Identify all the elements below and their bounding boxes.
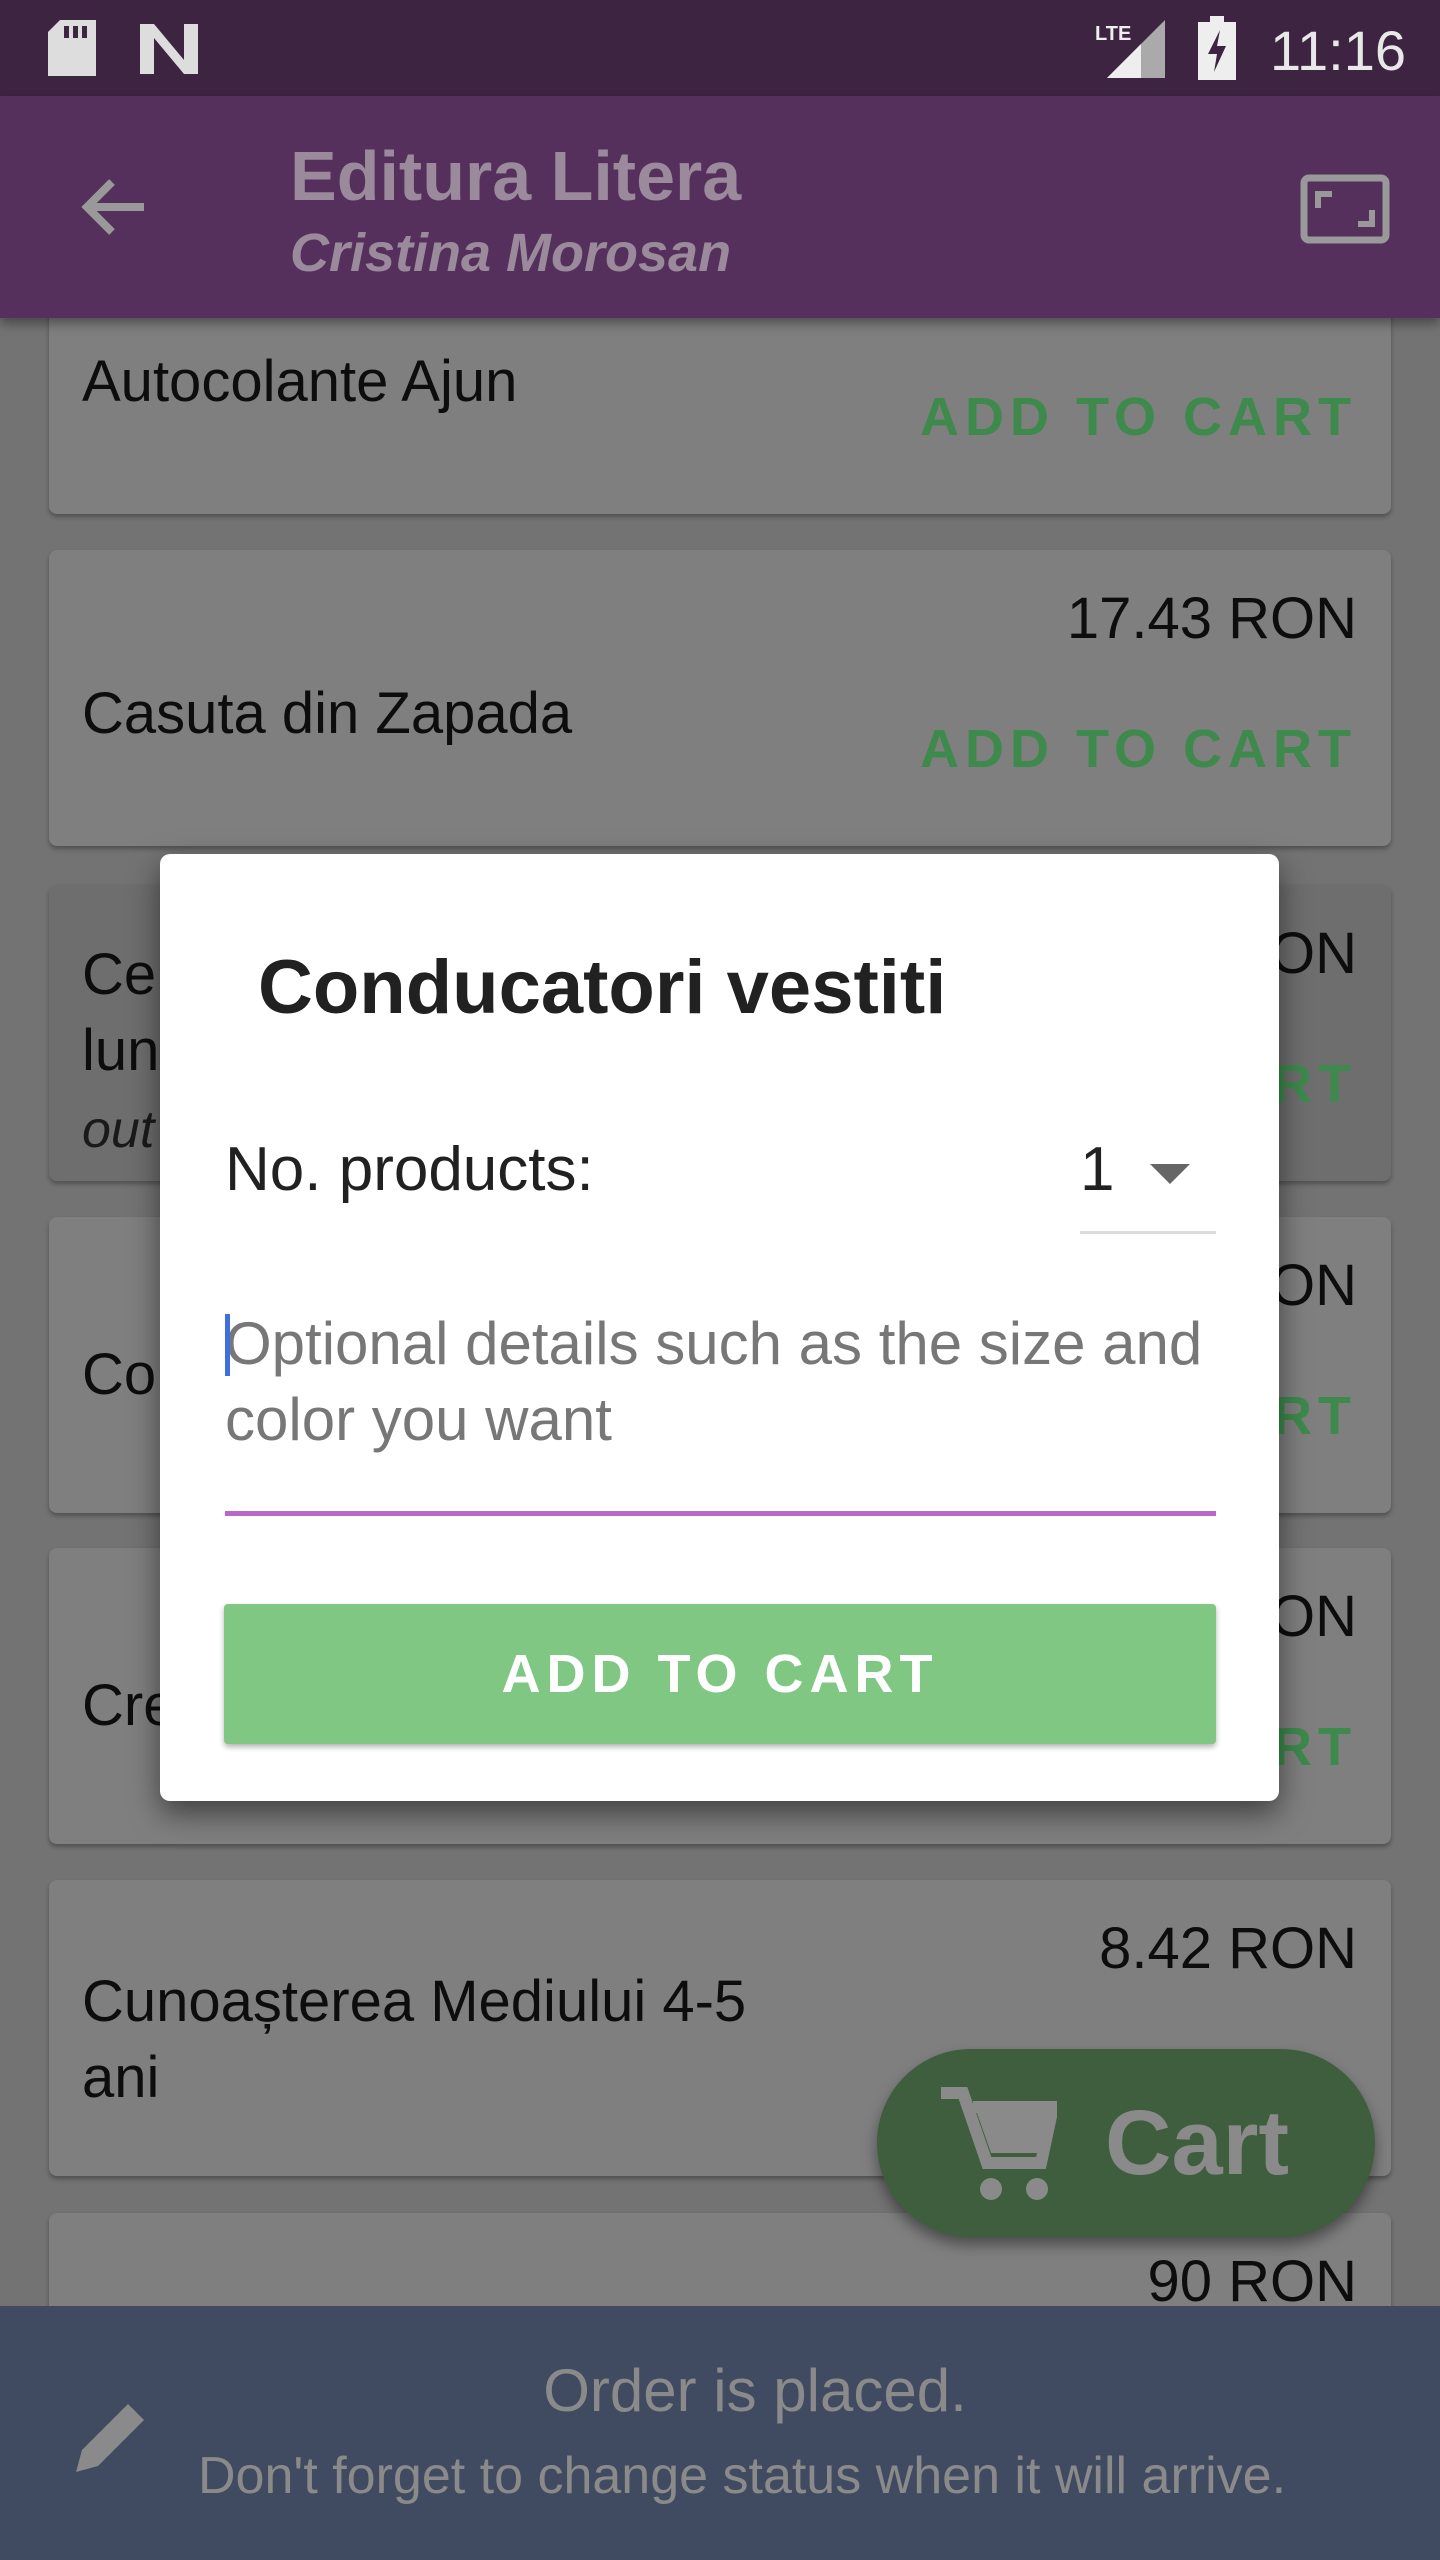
product-name: Co: [82, 1342, 157, 1407]
banner-title: Order is placed.: [543, 2357, 967, 2424]
text-cursor: [225, 1314, 230, 1376]
cart-label: Cart: [1105, 2092, 1290, 2194]
page-title: Editura Litera: [290, 137, 742, 215]
status-bar: LTE 11:16: [0, 0, 1440, 96]
dropdown-arrow-icon: [1150, 1164, 1190, 1184]
product-price: 8.42 RON: [1099, 1916, 1357, 1981]
product-price: ON: [1270, 1584, 1357, 1649]
arrow-left-icon[interactable]: [80, 176, 146, 238]
details-placeholder: Optional details such as the size and co…: [225, 1310, 1203, 1453]
order-status-banner[interactable]: Order is placed. Don't forget to change …: [0, 2306, 1440, 2560]
product-name: Ce lun: [82, 942, 160, 1083]
details-input[interactable]: Optional details such as the size and co…: [225, 1306, 1216, 1516]
battery-charging-icon: [1198, 16, 1236, 80]
sd-card-icon: [48, 20, 96, 76]
add-to-cart-dialog: Conducatori vestiti No. products: 1 Opti…: [160, 854, 1279, 1801]
quantity-label: No. products:: [225, 1135, 594, 1204]
quantity-value: 1: [1080, 1135, 1115, 1204]
svg-text:LTE: LTE: [1095, 23, 1131, 45]
page-subtitle: Cristina Morosan: [290, 223, 732, 283]
add-to-cart-button[interactable]: RT: [1273, 1716, 1357, 1778]
add-to-cart-button[interactable]: RT: [1273, 1053, 1357, 1115]
add-to-cart-button[interactable]: ADD TO CART: [920, 386, 1357, 448]
lte-signal-icon: LTE: [1095, 20, 1165, 78]
cart-icon: [941, 2087, 1057, 2200]
dialog-add-to-cart-button[interactable]: ADD TO CART: [224, 1604, 1216, 1744]
product-card[interactable]: 17.43 RON Casuta din Zapada ADD TO CART: [49, 550, 1391, 846]
clock: 11:16: [1270, 19, 1406, 82]
product-name: Casuta din Zapada: [82, 681, 573, 746]
product-price: 17.43 RON: [1066, 586, 1357, 651]
cart-button[interactable]: Cart: [877, 2049, 1375, 2237]
product-price: ON: [1270, 1253, 1357, 1318]
app-bar: Editura Litera Cristina Morosan: [0, 96, 1440, 318]
n-icon: [140, 24, 198, 74]
product-price: 90 RON: [1147, 2249, 1357, 2314]
dialog-title: Conducatori vestiti: [258, 945, 947, 1030]
out-of-stock-label: out: [82, 1101, 155, 1159]
add-to-cart-button[interactable]: ADD TO CART: [920, 718, 1357, 780]
add-to-cart-button[interactable]: RT: [1273, 1385, 1357, 1447]
product-name: Autocolante Ajun: [82, 349, 518, 414]
product-price: ON: [1270, 921, 1357, 986]
fullscreen-icon[interactable]: [1300, 174, 1390, 244]
product-name: Cunoașterea Mediului 4-5 ani: [82, 1969, 747, 2110]
banner-message: Don't forget to change status when it wi…: [198, 2447, 1287, 2505]
quantity-dropdown[interactable]: 1: [1080, 1124, 1216, 1234]
